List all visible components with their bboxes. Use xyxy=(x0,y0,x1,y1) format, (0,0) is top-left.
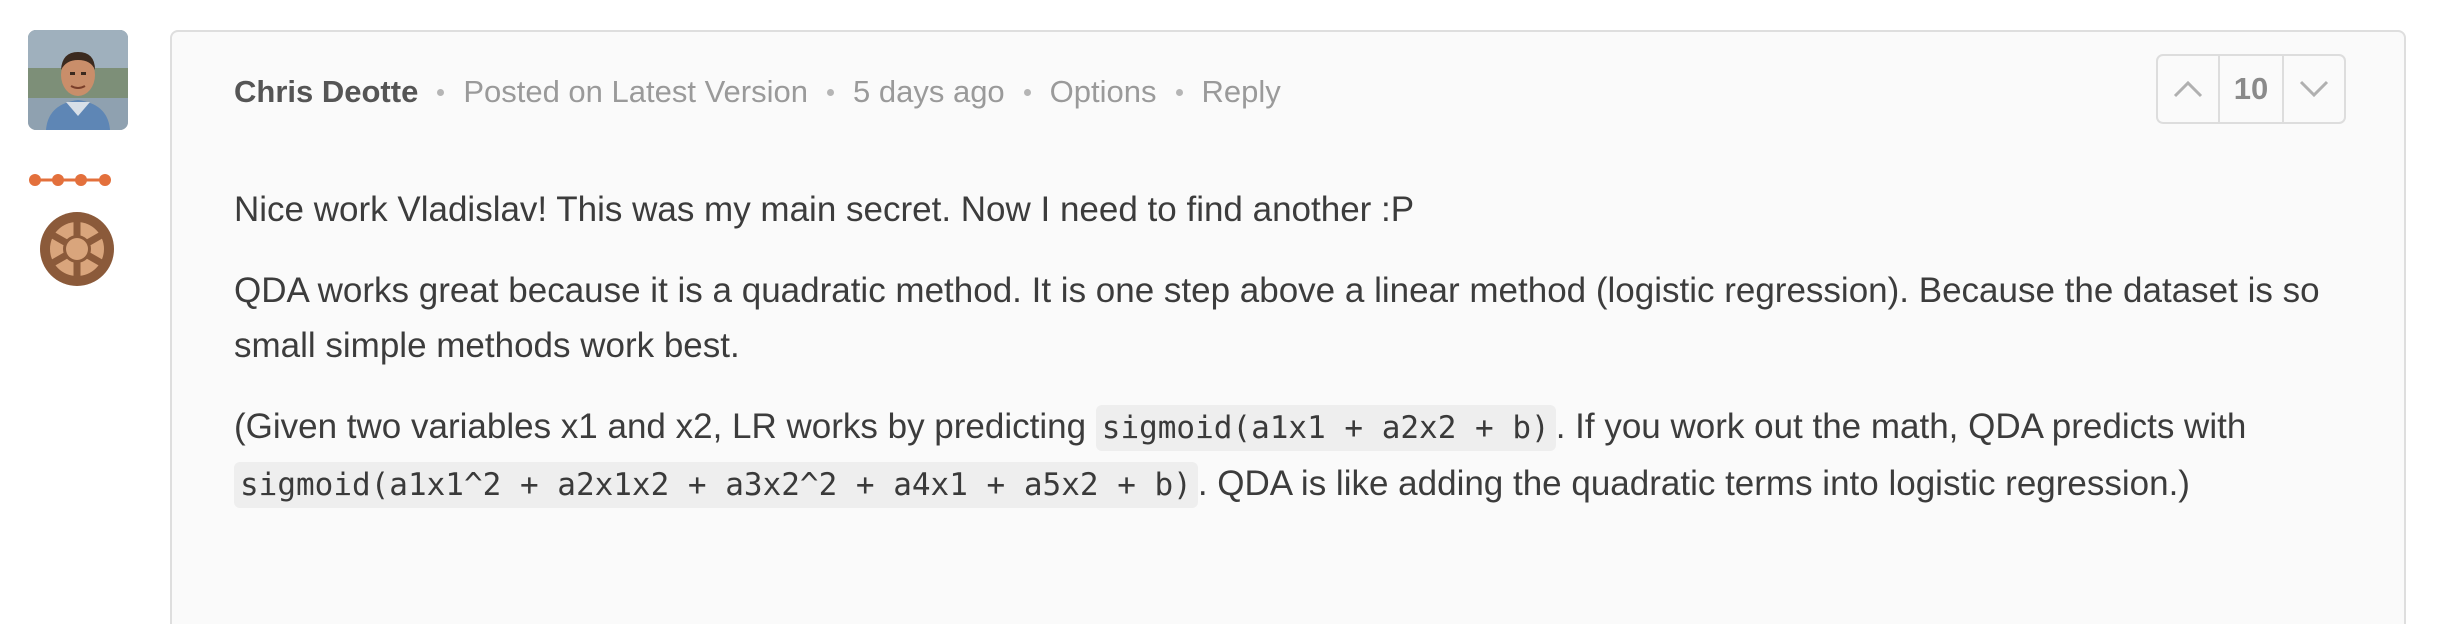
comment-meta: Chris Deotte Posted on Latest Version 5 … xyxy=(234,68,1281,116)
author-name[interactable]: Chris Deotte xyxy=(234,74,418,110)
tier-dots-icon xyxy=(29,174,111,186)
comment-paragraph: Nice work Vladislav! This was my main se… xyxy=(234,190,1415,229)
comment-paragraph: (Given two variables x1 and x2, LR works… xyxy=(234,399,2354,513)
paragraph-text: . If you work out the math, QDA predicts… xyxy=(1555,407,2247,446)
comment-paragraph: QDA works great because it is a quadrati… xyxy=(234,271,2320,365)
options-link[interactable]: Options xyxy=(1050,74,1157,110)
chevron-down-icon xyxy=(2299,80,2329,98)
separator-dot xyxy=(827,88,834,96)
timestamp: 5 days ago xyxy=(853,74,1005,109)
separator-dot xyxy=(1023,88,1031,96)
medal-badge-icon xyxy=(40,212,114,286)
downvote-button[interactable] xyxy=(2284,56,2344,122)
chevron-up-icon xyxy=(2173,80,2203,98)
comment-card: Chris Deotte Posted on Latest Version 5 … xyxy=(170,30,2406,624)
paragraph-text: (Given two variables x1 and x2, LR works… xyxy=(234,407,1096,446)
posted-on-version: Posted on Latest Version xyxy=(463,74,808,109)
avatar-photo xyxy=(28,30,128,130)
reply-link[interactable]: Reply xyxy=(1202,74,1281,110)
upvote-button[interactable] xyxy=(2158,56,2218,122)
inline-code: sigmoid(a1x1 + a2x2 + b) xyxy=(1095,405,1556,451)
comment-thread: Chris Deotte Posted on Latest Version 5 … xyxy=(0,0,2454,624)
avatar[interactable] xyxy=(28,30,128,130)
separator-dot xyxy=(1175,88,1183,96)
vote-count: 10 xyxy=(2218,56,2284,122)
inline-code: sigmoid(a1x1^2 + a2x1x2 + a3x2^2 + a4x1 … xyxy=(234,462,1198,508)
separator-dot xyxy=(437,88,445,96)
paragraph-text: . QDA is like adding the quadratic terms… xyxy=(1197,464,2190,503)
vote-widget: 10 xyxy=(2156,54,2346,124)
comment-body: Nice work Vladislav! This was my main se… xyxy=(234,182,2354,539)
